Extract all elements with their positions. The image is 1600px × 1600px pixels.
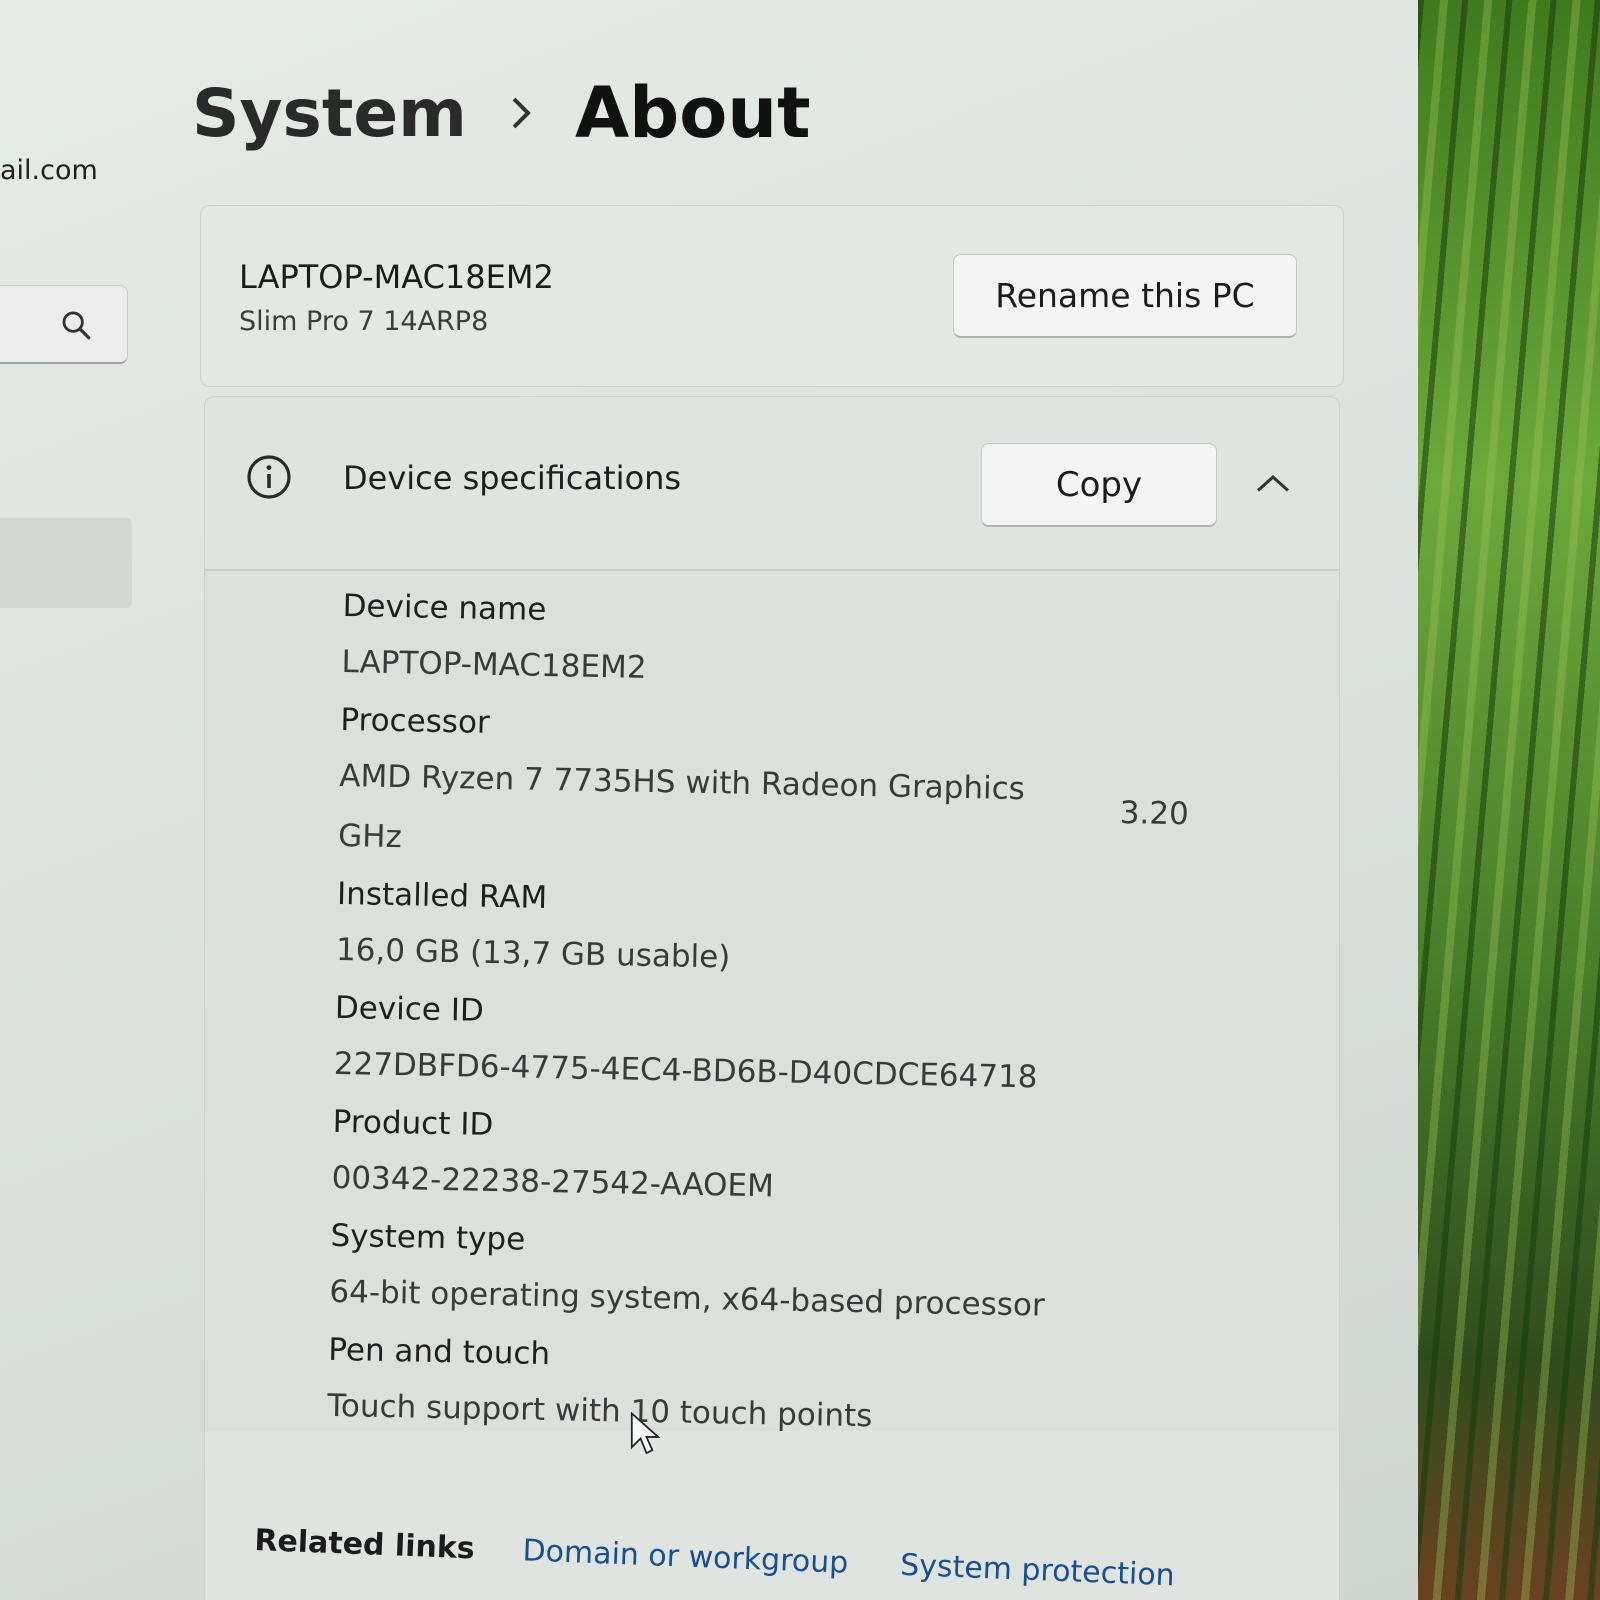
- chevron-right-icon: [512, 97, 531, 129]
- spec-value-device-name: LAPTOP-MAC18EM2: [341, 643, 647, 686]
- chevron-up-icon[interactable]: [1255, 471, 1291, 495]
- spec-label-installed-ram: Installed RAM: [336, 875, 548, 916]
- link-system-protection[interactable]: System protection: [900, 1547, 1176, 1593]
- sidebar-item-system-selected[interactable]: [0, 518, 132, 608]
- spec-list: Device name LAPTOP-MAC18EM2 Processor AM…: [327, 587, 1263, 1463]
- processor-speed: 3.20: [1119, 794, 1190, 833]
- spec-value-pen-and-touch: Touch support with 10 touch points: [326, 1387, 873, 1435]
- related-links-title: Related links: [253, 1522, 476, 1566]
- spec-label-system-type: System type: [330, 1217, 526, 1258]
- desktop-wallpaper: [1418, 0, 1600, 1600]
- spec-value-installed-ram: 16,0 GB (13,7 GB usable): [335, 931, 731, 976]
- search-input[interactable]: [0, 285, 128, 364]
- spec-value-system-type: 64-bit operating system, x64-based proce…: [329, 1273, 1046, 1324]
- mouse-cursor-icon: [630, 1412, 660, 1455]
- breadcrumb: System About: [192, 72, 811, 154]
- rename-pc-button[interactable]: Rename this PC: [953, 254, 1297, 338]
- spec-label-device-name: Device name: [342, 587, 547, 628]
- spec-label-device-id: Device ID: [334, 989, 485, 1029]
- page-title: About: [574, 72, 811, 154]
- info-icon: [247, 455, 291, 499]
- spec-value-device-id: 227DBFD6-4775-4EC4-BD6B-D40CDCE64718: [333, 1045, 1038, 1096]
- spec-label-processor: Processor: [340, 701, 491, 741]
- device-specifications-card: Device specifications Copy Device name L…: [204, 396, 1340, 1600]
- breadcrumb-system[interactable]: System: [192, 75, 467, 152]
- device-specifications-body: Device name LAPTOP-MAC18EM2 Processor AM…: [205, 571, 1339, 1434]
- account-email: ail.com: [0, 155, 98, 186]
- link-domain-or-workgroup[interactable]: Domain or workgroup: [522, 1533, 849, 1580]
- pc-name-card: LAPTOP-MAC18EM2 Slim Pro 7 14ARP8 Rename…: [200, 205, 1344, 387]
- pc-model: Slim Pro 7 14ARP8: [239, 306, 489, 337]
- device-specifications-header[interactable]: Device specifications Copy: [205, 397, 1339, 571]
- settings-window: ail.com System About LAPTOP-MAC18EM2 Sli…: [0, 0, 1418, 1600]
- spec-label-product-id: Product ID: [332, 1103, 494, 1143]
- search-icon[interactable]: [59, 308, 93, 342]
- pc-name: LAPTOP-MAC18EM2: [239, 258, 554, 296]
- device-specifications-title: Device specifications: [343, 459, 682, 497]
- spec-value-product-id: 00342-22238-27542-AAOEM: [331, 1159, 775, 1205]
- copy-button[interactable]: Copy: [981, 443, 1217, 527]
- spec-label-pen-and-touch: Pen and touch: [328, 1331, 551, 1373]
- spec-value-processor: AMD Ryzen 7 7735HS with Radeon Graphics …: [338, 757, 1260, 873]
